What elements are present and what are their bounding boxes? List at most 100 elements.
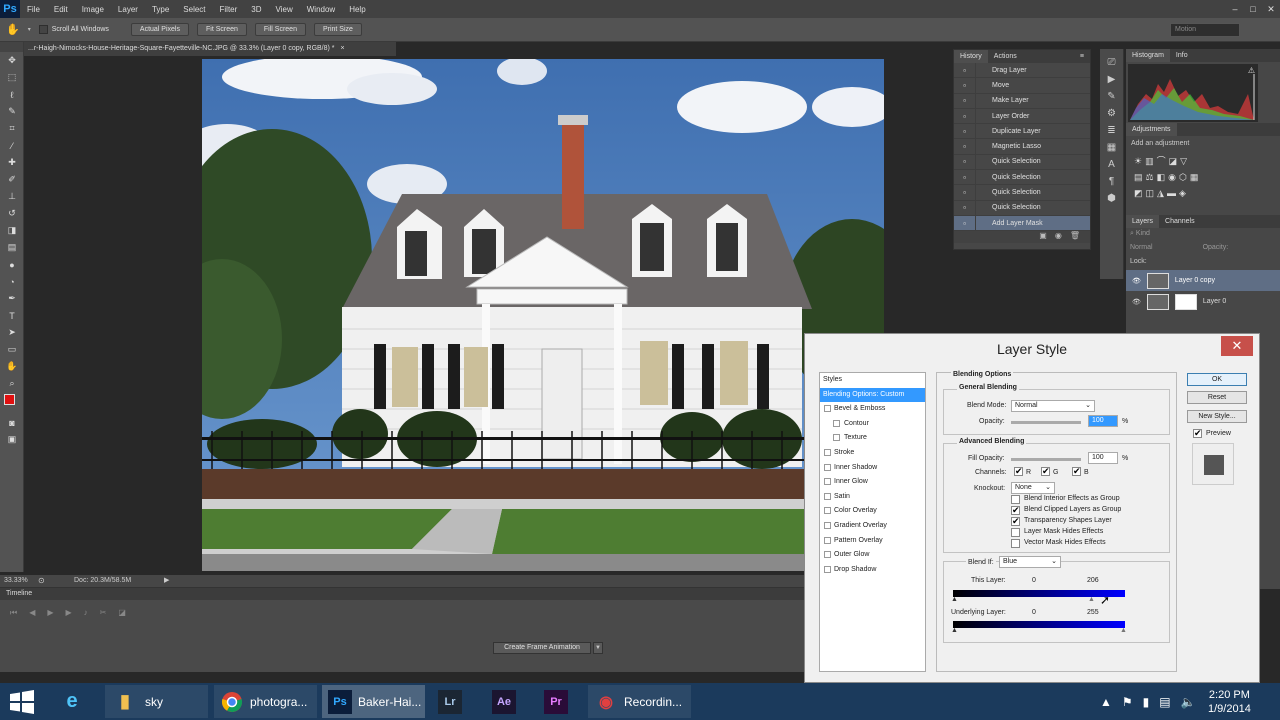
- zoom-tool-icon[interactable]: ⌕: [0, 375, 24, 392]
- status-info-icon[interactable]: ⊙: [38, 575, 45, 587]
- tool-presets-icon[interactable]: ⚙: [1107, 108, 1116, 119]
- style-checkbox[interactable]: [824, 463, 831, 471]
- ie-taskbar-button[interactable]: e: [60, 685, 84, 718]
- channel-b-checkbox[interactable]: ✔: [1072, 467, 1081, 476]
- photoshop-logo[interactable]: Ps: [0, 0, 20, 18]
- tab-channels[interactable]: Channels: [1159, 215, 1201, 228]
- close-button[interactable]: ✕: [1262, 0, 1280, 18]
- photoshop-taskbar-button[interactable]: Ps Baker-Hai...: [322, 685, 425, 718]
- visibility-eye-icon[interactable]: 👁: [1132, 298, 1141, 306]
- vibrance-icon[interactable]: ▽: [1180, 156, 1190, 166]
- image-canvas[interactable]: [202, 59, 884, 571]
- actual-pixels-button[interactable]: Actual Pixels: [130, 23, 189, 36]
- reset-button[interactable]: Reset: [1187, 391, 1247, 404]
- tab-actions[interactable]: Actions: [988, 50, 1023, 63]
- history-item[interactable]: ▫ Add Layer Mask: [954, 215, 1090, 232]
- marquee-tool-icon[interactable]: ⬚: [0, 69, 24, 86]
- print-size-button[interactable]: Print Size: [313, 23, 362, 36]
- lasso-tool-icon[interactable]: ℓ: [0, 86, 24, 103]
- tab-histogram[interactable]: Histogram: [1126, 49, 1170, 62]
- underlying-high-handle-icon[interactable]: ▲: [1120, 627, 1127, 634]
- history-item[interactable]: ▫ Magnetic Lasso: [954, 139, 1090, 155]
- cut-icon[interactable]: ✂: [100, 608, 107, 618]
- style-item[interactable]: Stroke: [820, 446, 925, 461]
- quick-selection-tool-icon[interactable]: ✎: [0, 103, 24, 120]
- brightness-contrast-icon[interactable]: ☀: [1134, 156, 1145, 166]
- menu-help[interactable]: Help: [342, 5, 372, 14]
- first-frame-icon[interactable]: ⏮: [10, 608, 17, 618]
- history-item[interactable]: ▫ Drag Layer: [954, 63, 1090, 79]
- next-frame-icon[interactable]: ▶: [66, 608, 72, 618]
- style-item[interactable]: Satin: [820, 490, 925, 505]
- history-brush-icon[interactable]: ↺: [0, 205, 24, 222]
- workspace-switcher[interactable]: Motion: [1170, 23, 1240, 37]
- type-tool-icon[interactable]: T: [0, 307, 24, 324]
- prev-frame-icon[interactable]: ◀: [29, 608, 35, 618]
- close-tab-icon[interactable]: ×: [340, 45, 344, 52]
- layer-blend-mode[interactable]: Normal: [1130, 244, 1153, 254]
- ok-button[interactable]: OK: [1187, 373, 1247, 386]
- layer-filter[interactable]: ⌕ Kind: [1126, 228, 1280, 242]
- new-style-button[interactable]: New Style...: [1187, 410, 1247, 423]
- style-item[interactable]: Color Overlay: [820, 504, 925, 519]
- blend-mode-select[interactable]: Normal ⌄: [1011, 400, 1095, 412]
- menu-view[interactable]: View: [269, 5, 300, 14]
- move-tool-icon[interactable]: ✥: [0, 52, 24, 69]
- character-icon[interactable]: A: [1108, 159, 1115, 170]
- this-layer-low-handle-icon[interactable]: ▲: [951, 596, 958, 603]
- minimize-button[interactable]: –: [1226, 0, 1244, 18]
- history-item[interactable]: ▫ Move: [954, 78, 1090, 94]
- color-swatches[interactable]: [0, 392, 23, 414]
- tab-history[interactable]: History: [954, 50, 988, 63]
- underlying-layer-gradient[interactable]: [953, 621, 1125, 628]
- advanced-option-checkbox[interactable]: [1011, 539, 1020, 548]
- layer-row[interactable]: 👁 Layer 0 copy: [1126, 270, 1280, 291]
- tray-arrow-icon[interactable]: ▲: [1100, 695, 1112, 709]
- power-icon[interactable]: ▮: [1143, 695, 1150, 709]
- levels-icon[interactable]: ▥: [1145, 156, 1157, 166]
- advanced-option-checkbox[interactable]: [1011, 528, 1020, 537]
- audio-icon[interactable]: ♪: [84, 608, 88, 618]
- style-checkbox[interactable]: [824, 492, 831, 500]
- status-menu-arrow-icon[interactable]: ▶: [164, 575, 169, 587]
- premiere-taskbar-button[interactable]: Pr: [544, 685, 568, 718]
- shape-tool-icon[interactable]: ▭: [0, 341, 24, 358]
- style-item[interactable]: Bevel & Emboss: [820, 402, 925, 417]
- play-icon[interactable]: ▶: [47, 608, 53, 618]
- 3d-icon[interactable]: ⬢: [1107, 193, 1116, 204]
- fill-screen-button[interactable]: Fill Screen: [254, 23, 306, 36]
- hue-saturation-icon[interactable]: ▤: [1134, 172, 1146, 182]
- after-effects-taskbar-button[interactable]: Ae: [492, 685, 516, 718]
- style-checkbox[interactable]: [824, 565, 831, 573]
- brush-panel-icon[interactable]: ✎: [1107, 91, 1115, 102]
- style-item[interactable]: Contour: [820, 417, 925, 432]
- tab-info[interactable]: Info: [1170, 49, 1194, 62]
- menu-window[interactable]: Window: [300, 5, 342, 14]
- actions-icon[interactable]: ▶: [1108, 74, 1116, 85]
- style-checkbox[interactable]: [824, 478, 831, 486]
- fill-opacity-slider[interactable]: [1011, 458, 1081, 461]
- volume-icon[interactable]: 🔈: [1181, 695, 1196, 709]
- styles-icon[interactable]: ▦: [1107, 142, 1116, 153]
- document-tab[interactable]: ...r-Haigh-Nimocks-House-Heritage-Square…: [24, 42, 396, 56]
- styles-header[interactable]: Styles: [820, 373, 925, 388]
- hand-tool-icon[interactable]: ✋: [6, 23, 20, 36]
- style-item[interactable]: Pattern Overlay: [820, 534, 925, 549]
- histogram-warning-icon[interactable]: ⚠: [1248, 66, 1255, 75]
- channel-mixer-icon[interactable]: ⬡: [1179, 172, 1190, 182]
- knockout-select[interactable]: None ⌄: [1011, 482, 1055, 494]
- snapshot-icon[interactable]: ◉: [1055, 231, 1062, 243]
- color-balance-icon[interactable]: ⚖: [1146, 172, 1157, 182]
- gradient-map-icon[interactable]: ▬: [1167, 188, 1179, 198]
- hand-tool-icon[interactable]: ✋: [0, 358, 24, 375]
- menu-edit[interactable]: Edit: [47, 5, 75, 14]
- path-selection-icon[interactable]: ➤: [0, 324, 24, 341]
- scroll-all-windows-checkbox[interactable]: [38, 25, 48, 34]
- style-checkbox[interactable]: [833, 419, 840, 427]
- style-checkbox[interactable]: [833, 434, 840, 442]
- posterize-icon[interactable]: ◫: [1146, 188, 1158, 198]
- menu-filter[interactable]: Filter: [213, 5, 245, 14]
- style-checkbox[interactable]: [824, 521, 831, 529]
- style-item[interactable]: Drop Shadow: [820, 563, 925, 578]
- menu-file[interactable]: File: [20, 5, 47, 14]
